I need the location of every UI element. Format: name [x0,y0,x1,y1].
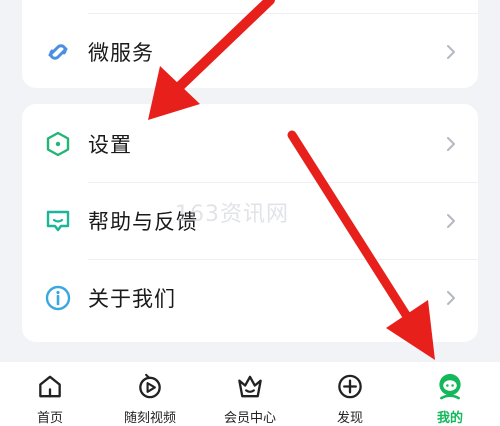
tab-mine[interactable]: 我的 [400,362,500,426]
menu-item-label: 关于我们 [88,287,176,311]
menu-item-micro-services[interactable]: 微服务 [22,14,478,90]
menu-card-top: 微服务 [22,0,478,88]
video-play-icon [139,373,161,399]
tab-video[interactable]: 随刻视频 [100,362,200,426]
info-icon [44,284,72,312]
profile-icon [439,373,461,400]
tab-label: 首页 [36,411,63,426]
tab-label: 会员中心 [223,411,276,426]
link-icon [44,38,72,66]
watermark: 163资讯网 [175,202,289,227]
chevron-right-icon [447,214,455,228]
tab-vip-center[interactable]: 会员中心 [200,362,300,426]
bottom-tab-bar: 首页 随刻视频 会员中心 发现 我的 [0,362,500,426]
tab-label: 我的 [436,411,463,426]
tab-label: 随刻视频 [123,411,176,426]
chevron-right-icon [447,291,455,305]
menu-item-label: 设置 [88,133,132,157]
chat-help-icon [44,207,72,235]
plus-circle-icon [338,374,362,399]
hexagon-settings-icon [44,130,72,158]
menu-item-about-us[interactable]: 关于我们 [22,260,478,336]
chevron-right-icon [447,45,455,59]
tab-discover[interactable]: 发现 [300,362,400,426]
crown-basket-icon [238,375,262,398]
menu-item-settings[interactable]: 设置 [22,106,478,182]
screen: 微服务 设置 帮助与反馈 关于我们 163资讯网 首页 随刻视频 会员中心 发现… [0,0,500,426]
home-icon [39,375,61,398]
tab-label: 发现 [336,411,363,426]
menu-item-label: 微服务 [88,41,154,65]
chevron-right-icon [447,137,455,151]
tab-home[interactable]: 首页 [0,362,100,426]
